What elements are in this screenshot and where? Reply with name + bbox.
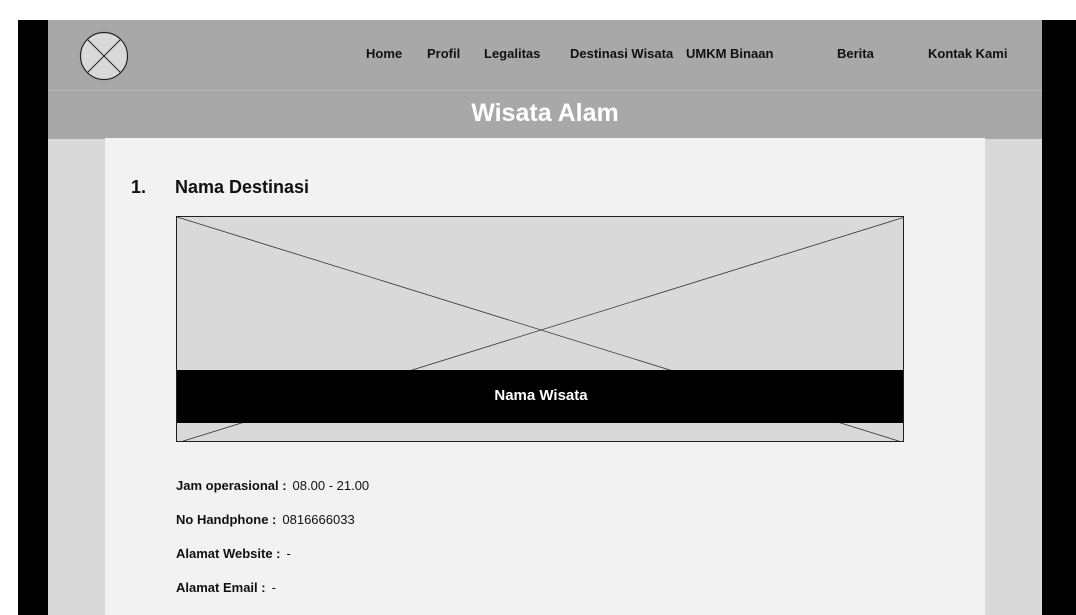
page-canvas: Home Profil Legalitas Destinasi Wisata U… <box>48 20 1042 615</box>
nav-home[interactable]: Home <box>366 46 402 61</box>
page-banner: Wisata Alam <box>48 90 1042 139</box>
logo-placeholder-icon[interactable] <box>79 31 129 81</box>
destination-name: Nama Destinasi <box>175 177 310 197</box>
detail-label: Jam operasional : <box>176 478 287 493</box>
detail-alamat-email: Alamat Email :- <box>176 580 276 595</box>
detail-value: 08.00 - 21.00 <box>292 478 370 493</box>
nav-profil[interactable]: Profil <box>427 46 460 61</box>
nav-destinasi-wisata[interactable]: Destinasi Wisata <box>570 46 673 61</box>
nav-berita[interactable]: Berita <box>837 46 874 61</box>
detail-value: - <box>286 546 291 561</box>
top-strip <box>0 0 1076 20</box>
page-title: Wisata Alam <box>471 99 619 127</box>
nav-legalitas[interactable]: Legalitas <box>484 46 540 61</box>
detail-label: No Handphone : <box>176 512 277 527</box>
detail-label: Alamat Email : <box>176 580 266 595</box>
image-caption-bar: Nama Wisata <box>177 370 903 423</box>
detail-value: 0816666033 <box>282 512 355 527</box>
nav-umkm-binaan[interactable]: UMKM Binaan <box>686 46 773 61</box>
destination-image[interactable]: Nama Wisata <box>176 216 904 442</box>
nav-kontak-kami[interactable]: Kontak Kami <box>928 46 1007 61</box>
detail-no-handphone: No Handphone : 0816666033 <box>176 512 355 527</box>
detail-value: - <box>271 580 276 595</box>
destination-number: 1. <box>131 177 147 197</box>
content-panel: 1. Nama Destinasi Nama Wisata Jam operasi… <box>105 138 985 615</box>
destination-heading: 1. Nama Destinasi <box>131 177 309 198</box>
detail-alamat-website: Alamat Website :- <box>176 546 291 561</box>
image-caption: Nama Wisata <box>494 387 588 404</box>
detail-label: Alamat Website : <box>176 546 281 561</box>
detail-jam-operasional: Jam operasional : 08.00 - 21.00 <box>176 478 369 493</box>
navbar: Home Profil Legalitas Destinasi Wisata U… <box>48 20 1042 90</box>
